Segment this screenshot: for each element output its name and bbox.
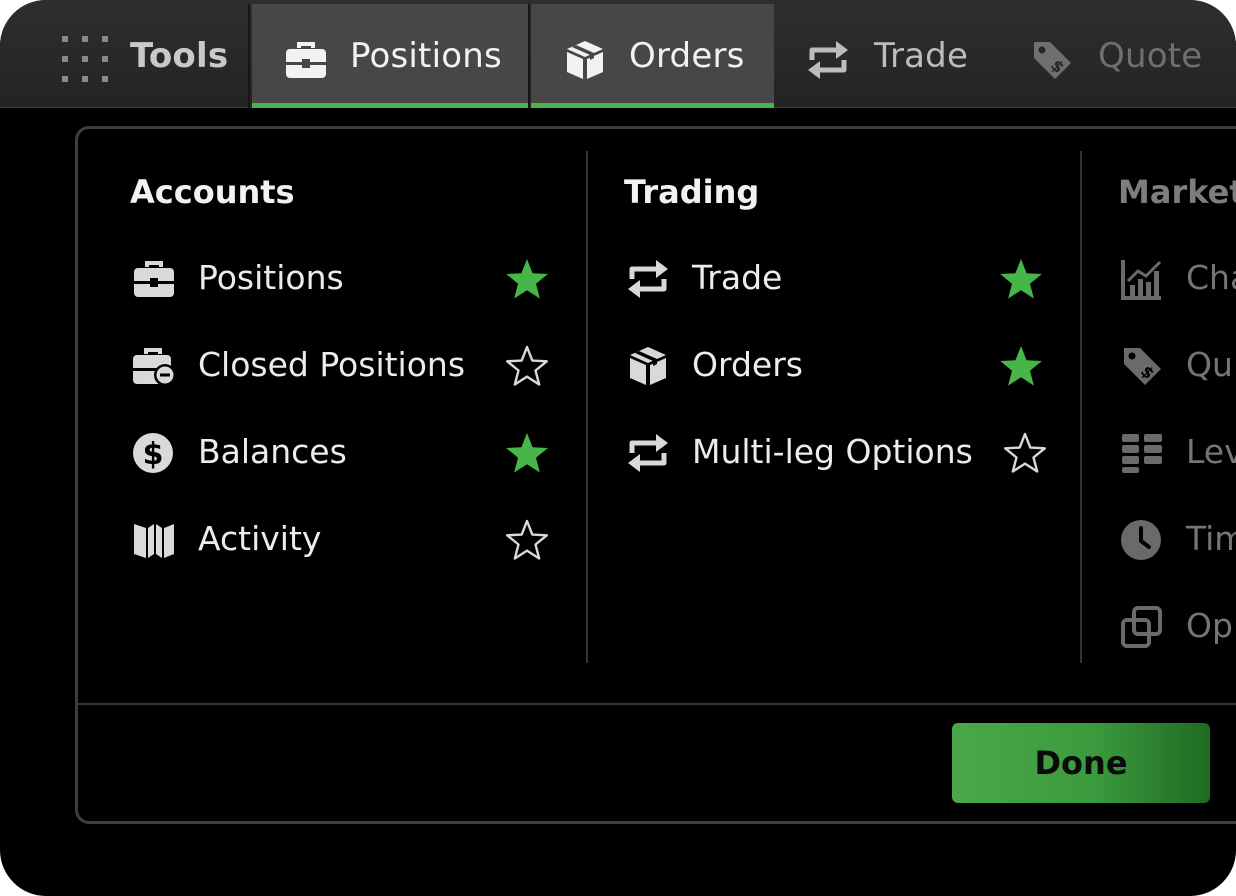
overlap-squares-icon — [1121, 606, 1162, 648]
menu-item-label: Closed Positions — [198, 345, 466, 384]
menu-item-label: Tim — [1186, 519, 1236, 558]
menu-item-label: Op — [1186, 606, 1233, 645]
star-filled-icon[interactable] — [504, 430, 550, 476]
tab-trade[interactable]: Trade — [776, 4, 1012, 108]
chart-icon — [1121, 260, 1162, 300]
star-outline-icon[interactable] — [504, 343, 550, 389]
tab-label: Positions — [350, 36, 502, 76]
column-divider — [586, 151, 588, 663]
menu-item-closed-positions[interactable]: Closed Positions — [132, 340, 552, 390]
menu-item-label: Positions — [198, 258, 344, 297]
box-icon — [630, 347, 666, 385]
briefcase-minus-icon — [133, 348, 176, 386]
section-heading-trading: Trading — [624, 173, 760, 211]
swap-arrows-icon — [628, 434, 668, 472]
svg-text:$: $ — [143, 437, 164, 472]
grid-dots-icon — [62, 36, 108, 82]
menu-item-label: Multi-leg Options — [692, 432, 973, 471]
star-filled-icon[interactable] — [998, 343, 1044, 389]
section-heading-market: Market — [1118, 173, 1236, 211]
column-divider — [1080, 151, 1082, 663]
price-tag-icon: $ — [1124, 348, 1161, 385]
level-grid-icon — [1122, 434, 1162, 473]
swap-arrows-icon — [808, 41, 848, 79]
menu-item-time[interactable]: Tim — [1120, 514, 1236, 564]
star-filled-icon[interactable] — [504, 256, 550, 302]
tab-tools[interactable]: Tools — [0, 4, 248, 108]
menu-item-label: Trade — [692, 258, 783, 297]
star-filled-icon[interactable] — [998, 256, 1044, 302]
menu-item-level[interactable]: Lev — [1120, 427, 1236, 477]
menu-item-label: Qu — [1186, 345, 1233, 384]
menu-item-label: Activity — [198, 519, 322, 558]
price-tag-icon: $ — [1034, 42, 1071, 79]
menu-item-label: Orders — [692, 345, 803, 384]
star-outline-icon[interactable] — [504, 517, 550, 563]
menu-item-positions[interactable]: Positions — [132, 253, 552, 303]
tab-label: Orders — [629, 36, 745, 76]
done-button[interactable]: Done — [952, 723, 1210, 803]
tools-menu-panel: Accounts Positions Closed Positions $ Ba… — [75, 126, 1236, 824]
tab-divider — [528, 4, 530, 108]
menu-item-label: Balances — [198, 432, 347, 471]
footer-divider — [78, 703, 1236, 705]
menu-item-options[interactable]: Op — [1120, 601, 1236, 651]
swap-arrows-icon — [628, 260, 668, 298]
menu-item-activity[interactable]: Activity — [132, 514, 552, 564]
star-outline-icon[interactable] — [1002, 430, 1048, 476]
tab-quote[interactable]: $ Quote — [1012, 4, 1236, 108]
open-book-icon — [134, 524, 174, 558]
section-heading-accounts: Accounts — [130, 173, 295, 211]
tab-label: Trade — [874, 36, 969, 76]
menu-item-multi-leg-options[interactable]: Multi-leg Options — [626, 427, 1056, 477]
tab-label: Tools — [130, 36, 229, 76]
menu-item-charts[interactable]: Cha — [1120, 253, 1236, 303]
tab-orders[interactable]: Orders — [531, 4, 774, 108]
menu-item-balances[interactable]: $ Balances — [132, 427, 552, 477]
clock-icon — [1121, 520, 1161, 560]
tab-divider — [248, 4, 250, 108]
dollar-circle-icon: $ — [133, 433, 173, 473]
app-window: Tools Positions Orders Trade $ Quote Acc… — [0, 0, 1236, 896]
menu-item-quote[interactable]: $ Qu — [1120, 340, 1236, 390]
tab-label: Quote — [1098, 36, 1203, 76]
briefcase-icon — [286, 42, 326, 78]
menu-item-label: Lev — [1186, 432, 1236, 471]
briefcase-icon — [134, 261, 174, 297]
menu-item-trade[interactable]: Trade — [626, 253, 1056, 303]
top-tab-bar: Tools Positions Orders Trade $ Quote — [0, 0, 1236, 108]
box-icon — [567, 41, 603, 79]
menu-item-label: Cha — [1186, 258, 1236, 297]
tab-positions[interactable]: Positions — [252, 4, 528, 108]
menu-item-orders[interactable]: Orders — [626, 340, 1056, 390]
